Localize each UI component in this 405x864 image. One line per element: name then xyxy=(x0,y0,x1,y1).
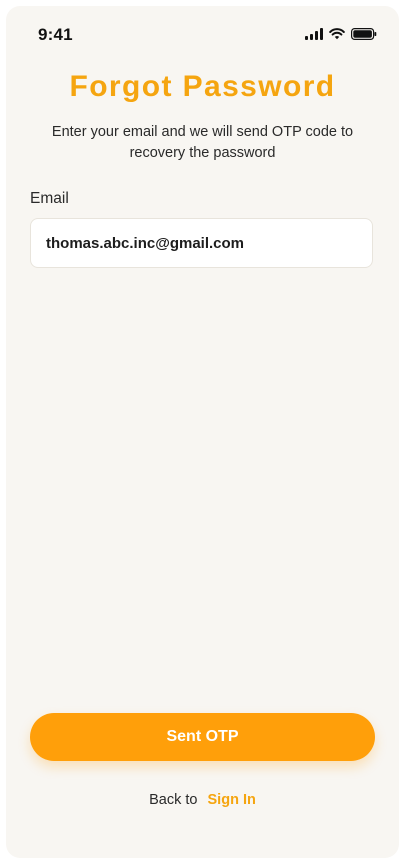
send-otp-button[interactable]: Sent OTP xyxy=(30,713,375,761)
page-subtitle: Enter your email and we will send OTP co… xyxy=(51,124,354,161)
status-time: 9:41 xyxy=(38,25,73,44)
page-title: Forgot Password xyxy=(69,70,336,103)
status-icons xyxy=(305,28,377,40)
battery-icon xyxy=(351,28,377,40)
back-to-text: Back to xyxy=(149,792,198,808)
email-value: thomas.abc.inc@gmail.com xyxy=(46,234,245,252)
sign-in-link[interactable]: Sign In xyxy=(208,792,256,808)
email-label: Email xyxy=(30,190,69,207)
cellular-signal-icon xyxy=(305,28,323,40)
back-to-sign-in: Back to Sign In xyxy=(6,792,399,808)
forgot-password-screen: 9:41 Forgot Password Enter your email an… xyxy=(6,6,399,858)
email-field[interactable]: thomas.abc.inc@gmail.com xyxy=(30,218,373,268)
status-bar: 9:41 xyxy=(6,6,399,64)
wifi-icon xyxy=(329,28,345,40)
